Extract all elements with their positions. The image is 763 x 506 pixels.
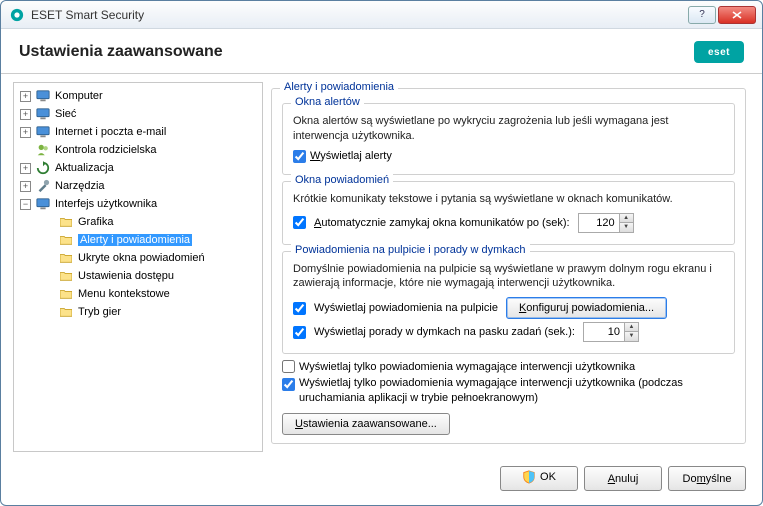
checkbox-label: Wyświetlaj powiadomienia na pulpicie [314, 302, 498, 314]
app-icon [9, 7, 25, 23]
group-title: Alerty i powiadomienia [280, 82, 398, 93]
expand-icon[interactable]: + [20, 91, 31, 102]
folder-icon [58, 268, 74, 284]
collapse-icon[interactable]: − [20, 199, 31, 210]
checkbox-powiadomienia-pulpit[interactable] [293, 302, 306, 315]
default-button[interactable]: Domyślne [668, 466, 746, 491]
folder-icon [58, 214, 74, 230]
tree-item-narzedzia[interactable]: + Narzędzia [16, 177, 260, 195]
tree-item-grafika[interactable]: Grafika [16, 213, 260, 231]
checkbox-label: Automatycznie zamykaj okna komunikatów p… [314, 217, 570, 229]
folder-icon [58, 250, 74, 266]
shield-icon [522, 470, 536, 484]
tree-item-menu-kontekstowe[interactable]: Menu kontekstowe [16, 285, 260, 303]
footer: OK Anuluj Domyślne [1, 456, 762, 505]
eset-logo: eset [694, 41, 744, 63]
folder-icon [58, 304, 74, 320]
group-title: Powiadomienia na pulpicie i porady w dym… [291, 244, 530, 256]
page-title: Ustawienia zaawansowane [19, 43, 694, 61]
tree-item-komputer[interactable]: + Komputer [16, 87, 260, 105]
description-text: Krótkie komunikaty tekstowe i pytania są… [293, 192, 724, 207]
expand-icon[interactable]: + [20, 181, 31, 192]
spinner-up[interactable]: ▲ [619, 214, 633, 223]
checkbox-label: Wyświetlaj alerty [310, 150, 392, 162]
checkbox-label: Wyświetlaj tylko powiadomienia wymagając… [299, 376, 735, 405]
tree-item-aktualizacja[interactable]: + Aktualizacja [16, 159, 260, 177]
window: ESET Smart Security ? Ustawienia zaawans… [0, 0, 763, 506]
tree-item-alerty[interactable]: Alerty i powiadomienia [16, 231, 260, 249]
group-okna-alertow: Okna alertów Okna alertów są wyświetlane… [282, 103, 735, 175]
settings-tree[interactable]: + Komputer + Sieć + Internet i poczta e-… [13, 82, 263, 452]
tree-item-siec[interactable]: + Sieć [16, 105, 260, 123]
header: Ustawienia zaawansowane eset [1, 29, 762, 74]
spinner-input[interactable] [579, 217, 619, 229]
spinner-down[interactable]: ▼ [624, 332, 638, 341]
expand-icon[interactable]: + [20, 127, 31, 138]
spinner-input[interactable] [584, 326, 624, 338]
spinner-auto-close-seconds[interactable]: ▲▼ [578, 213, 634, 233]
tree-item-ustawienia-dostepu[interactable]: Ustawienia dostępu [16, 267, 260, 285]
cancel-button[interactable]: Anuluj [584, 466, 662, 491]
tree-item-tryb-gier[interactable]: Tryb gier [16, 303, 260, 321]
folder-icon [58, 232, 74, 248]
monitor-icon [35, 196, 51, 212]
help-button[interactable]: ? [688, 6, 716, 24]
monitor-icon [35, 106, 51, 122]
checkbox-label: Wyświetlaj tylko powiadomienia wymagając… [299, 361, 635, 373]
tree-item-ukryte[interactable]: Ukryte okna powiadomień [16, 249, 260, 267]
button-konfiguruj-powiadomienia[interactable]: Konfiguruj powiadomienia... [506, 297, 667, 319]
tools-icon [35, 178, 51, 194]
expand-icon[interactable]: + [20, 163, 31, 174]
checkbox-tylko-interwencja-fullscreen[interactable] [282, 378, 295, 391]
group-pulpit-dymki: Powiadomienia na pulpicie i porady w dym… [282, 251, 735, 355]
titlebar: ESET Smart Security ? [1, 1, 762, 29]
checkbox-tylko-interwencja[interactable] [282, 360, 295, 373]
description-text: Domyślnie powiadomienia na pulpicie są w… [293, 262, 724, 292]
description-text: Okna alertów są wyświetlane po wykryciu … [293, 114, 724, 144]
group-okna-powiadomien: Okna powiadomień Krótkie komunikaty teks… [282, 181, 735, 245]
titlebar-text: ESET Smart Security [31, 8, 688, 22]
tree-item-kontrola[interactable]: Kontrola rodzicielska [16, 141, 260, 159]
spinner-up[interactable]: ▲ [624, 323, 638, 332]
spinner-down[interactable]: ▼ [619, 223, 633, 232]
checkbox-auto-zamykaj[interactable] [293, 216, 306, 229]
monitor-icon [35, 88, 51, 104]
close-button[interactable] [718, 6, 756, 24]
tree-item-interfejs[interactable]: − Interfejs użytkownika [16, 195, 260, 213]
monitor-icon [35, 124, 51, 140]
ok-button[interactable]: OK [500, 466, 578, 491]
expand-icon[interactable]: + [20, 109, 31, 120]
group-alerty: Alerty i powiadomienia Okna alertów Okna… [271, 88, 746, 444]
group-title: Okna powiadomień [291, 174, 393, 186]
tree-item-internet[interactable]: + Internet i poczta e-mail [16, 123, 260, 141]
content-panel: Alerty i powiadomienia Okna alertów Okna… [271, 82, 750, 452]
button-ustawienia-zaawansowane[interactable]: Ustawienia zaawansowane... [282, 413, 450, 435]
checkbox-label: Wyświetlaj porady w dymkach na pasku zad… [314, 326, 575, 338]
refresh-icon [35, 160, 51, 176]
spinner-balloon-seconds[interactable]: ▲▼ [583, 322, 639, 342]
checkbox-porady-dymki[interactable] [293, 326, 306, 339]
checkbox-wyswietlaj-alerty[interactable] [293, 150, 306, 163]
people-icon [35, 142, 51, 158]
folder-icon [58, 286, 74, 302]
group-title: Okna alertów [291, 96, 364, 108]
